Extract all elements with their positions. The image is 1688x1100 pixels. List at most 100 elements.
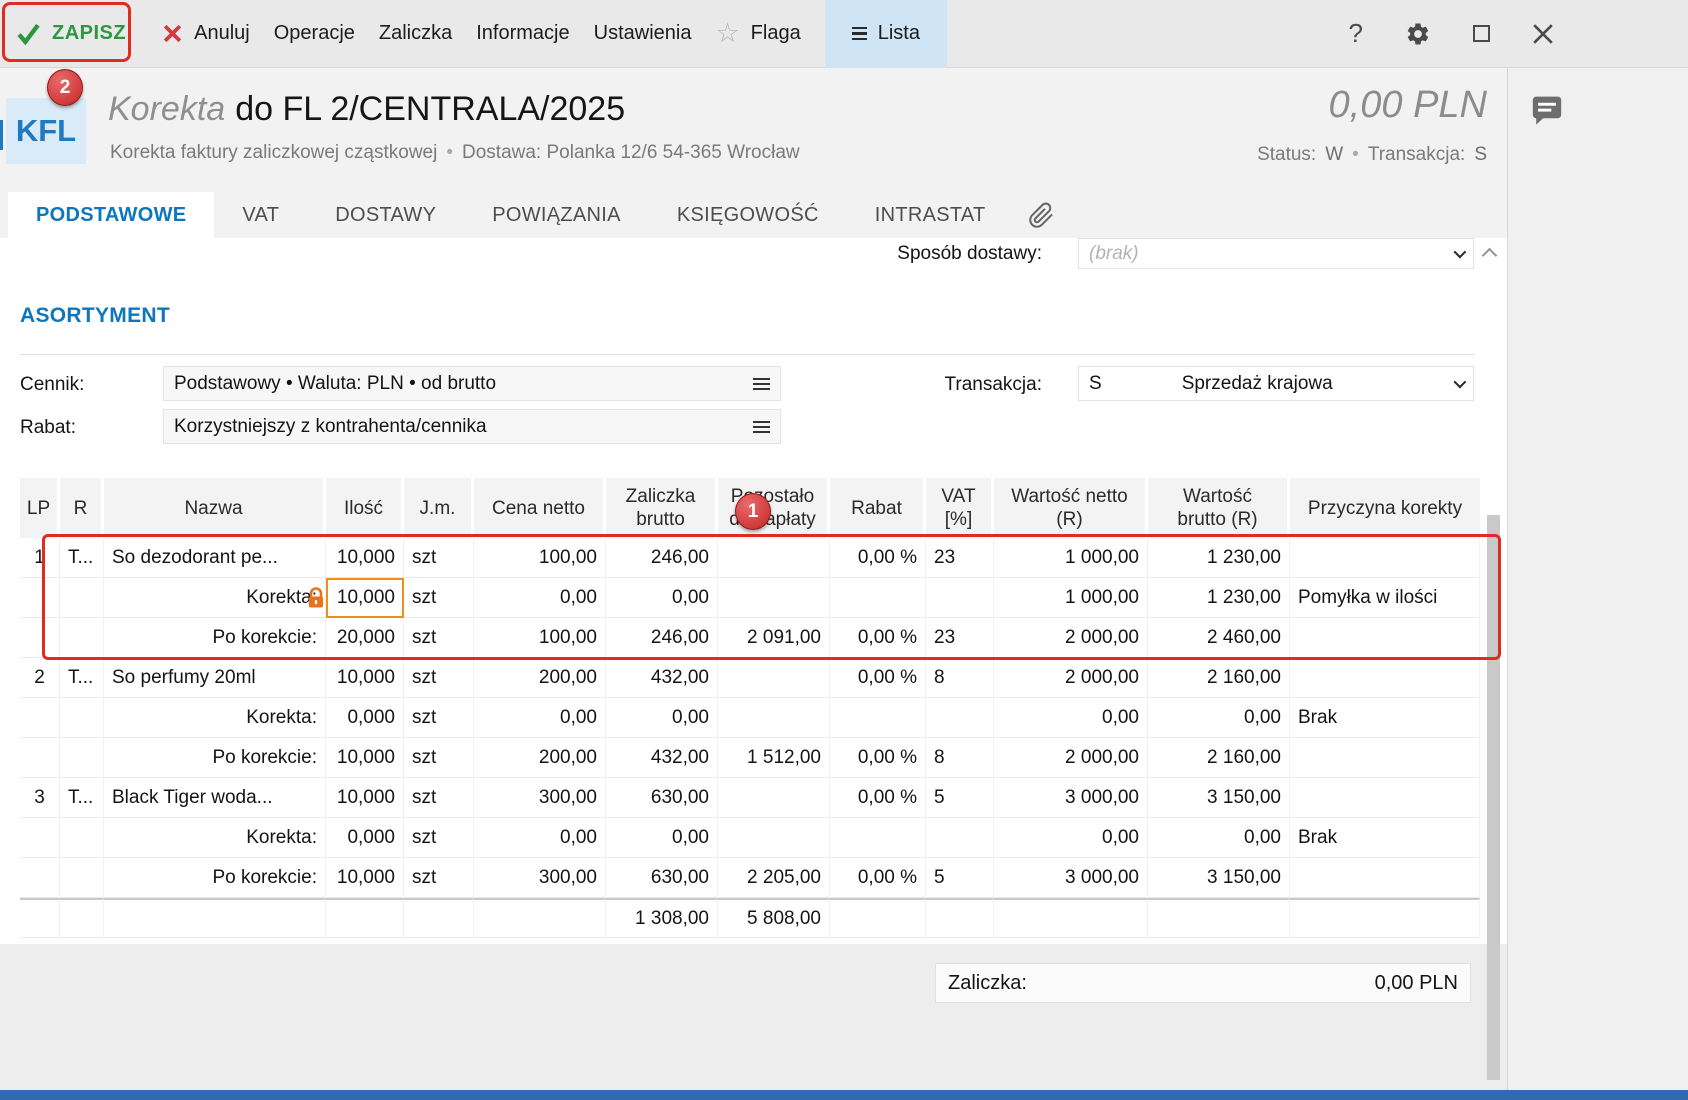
attachment-paperclip-icon[interactable] (1028, 192, 1055, 238)
tab-podstawowe[interactable]: PODSTAWOWE (8, 192, 214, 238)
cell[interactable]: T... (60, 658, 104, 698)
cell[interactable]: So perfumy 20ml (104, 658, 326, 698)
cell[interactable] (60, 818, 104, 858)
cell[interactable] (20, 858, 60, 898)
cell[interactable]: 5 808,00 (718, 898, 830, 938)
cell[interactable] (20, 738, 60, 778)
cell[interactable]: 246,00 (606, 618, 718, 658)
cell[interactable]: 0,00 (474, 578, 606, 618)
scrollbar-thumb[interactable] (1487, 515, 1500, 1080)
cell[interactable]: 630,00 (606, 858, 718, 898)
cell[interactable] (326, 898, 404, 938)
close-icon[interactable] (1532, 23, 1554, 45)
toolbar-item-informacje[interactable]: Informacje (476, 0, 569, 68)
maximize-icon[interactable] (1473, 25, 1490, 42)
cell[interactable] (60, 578, 104, 618)
cell[interactable]: Black Tiger woda... (104, 778, 326, 818)
column-header-10[interactable]: Wartość netto (R) (994, 478, 1148, 538)
cell[interactable]: Brak (1290, 818, 1480, 858)
column-header-12[interactable]: Przyczyna korekty (1290, 478, 1480, 538)
cell[interactable]: 2 000,00 (994, 738, 1148, 778)
column-header-2[interactable]: Nazwa (104, 478, 326, 538)
cell[interactable]: szt (404, 618, 474, 658)
cell[interactable] (60, 858, 104, 898)
cell[interactable] (926, 578, 994, 618)
cell[interactable]: 5 (926, 778, 994, 818)
column-header-1[interactable]: R (60, 478, 104, 538)
cell[interactable]: szt (404, 738, 474, 778)
cell[interactable]: 0,00 (474, 818, 606, 858)
cell[interactable] (718, 658, 830, 698)
cell[interactable]: Korekta: (104, 818, 326, 858)
cell[interactable] (926, 898, 994, 938)
cell[interactable]: 0,000 (326, 818, 404, 858)
cell[interactable]: So dezodorant pe... (104, 538, 326, 578)
cell[interactable]: 10,000 (326, 578, 404, 618)
cell[interactable]: 2 000,00 (994, 658, 1148, 698)
column-header-3[interactable]: Ilość (326, 478, 404, 538)
tab-intrastat[interactable]: INTRASTAT (847, 192, 1014, 238)
cell[interactable]: 2 160,00 (1148, 658, 1290, 698)
cell[interactable] (1290, 738, 1480, 778)
cell[interactable] (1290, 778, 1480, 818)
cell[interactable]: 0,00 (1148, 818, 1290, 858)
cell[interactable]: Po korekcie: (104, 858, 326, 898)
cell[interactable] (718, 818, 830, 858)
cell[interactable]: 3 150,00 (1148, 858, 1290, 898)
cell[interactable]: 300,00 (474, 858, 606, 898)
cell[interactable]: 2 (20, 658, 60, 698)
cell[interactable]: 0,00 (606, 698, 718, 738)
transakcja-dropdown[interactable]: S Sprzedaż krajowa (1078, 366, 1474, 401)
cell[interactable]: 0,00 (474, 698, 606, 738)
cell[interactable]: 2 460,00 (1148, 618, 1290, 658)
cell[interactable]: szt (404, 818, 474, 858)
cell[interactable]: 630,00 (606, 778, 718, 818)
cell[interactable] (994, 898, 1148, 938)
cell[interactable]: 8 (926, 738, 994, 778)
cell[interactable] (60, 618, 104, 658)
cell[interactable]: 0,00 % (830, 538, 926, 578)
cell[interactable] (718, 578, 830, 618)
column-header-8[interactable]: Rabat (830, 478, 926, 538)
cell[interactable]: 3 000,00 (994, 778, 1148, 818)
cell[interactable]: szt (404, 778, 474, 818)
column-header-4[interactable]: J.m. (404, 478, 474, 538)
cell[interactable]: 1 (20, 538, 60, 578)
cell[interactable] (20, 698, 60, 738)
cell[interactable] (20, 818, 60, 858)
cell[interactable] (1290, 898, 1480, 938)
cell[interactable] (718, 538, 830, 578)
tab-księgowość[interactable]: KSIĘGOWOŚĆ (649, 192, 847, 238)
cell[interactable] (718, 778, 830, 818)
cell[interactable]: szt (404, 698, 474, 738)
cell[interactable]: 10,000 (326, 538, 404, 578)
cell[interactable]: 0,00 (606, 578, 718, 618)
cell[interactable] (926, 698, 994, 738)
cell[interactable]: 2 160,00 (1148, 738, 1290, 778)
cell[interactable]: 1 230,00 (1148, 538, 1290, 578)
cell[interactable]: 10,000 (326, 778, 404, 818)
cell[interactable] (718, 698, 830, 738)
cell[interactable]: 0,00 % (830, 738, 926, 778)
cell[interactable] (404, 898, 474, 938)
cell[interactable]: szt (404, 658, 474, 698)
cell[interactable]: 1 230,00 (1148, 578, 1290, 618)
cell[interactable]: 10,000 (326, 658, 404, 698)
cell[interactable]: 0,00 % (830, 618, 926, 658)
cell[interactable]: 0,00 (994, 698, 1148, 738)
cell[interactable]: Pomyłka w ilości (1290, 578, 1480, 618)
cell[interactable]: 0,00 (606, 818, 718, 858)
cell[interactable]: T... (60, 538, 104, 578)
cell[interactable]: 0,00 (994, 818, 1148, 858)
help-icon[interactable]: ? (1349, 18, 1363, 49)
cell[interactable]: Po korekcie: (104, 738, 326, 778)
cell[interactable] (60, 698, 104, 738)
column-header-5[interactable]: Cena netto (474, 478, 606, 538)
cell[interactable] (1290, 858, 1480, 898)
comments-icon[interactable] (1528, 92, 1566, 134)
cell[interactable]: 0,00 % (830, 858, 926, 898)
list-button[interactable]: Lista (825, 0, 947, 68)
cell[interactable]: Brak (1290, 698, 1480, 738)
column-header-11[interactable]: Wartość brutto (R) (1148, 478, 1290, 538)
cell[interactable] (20, 618, 60, 658)
